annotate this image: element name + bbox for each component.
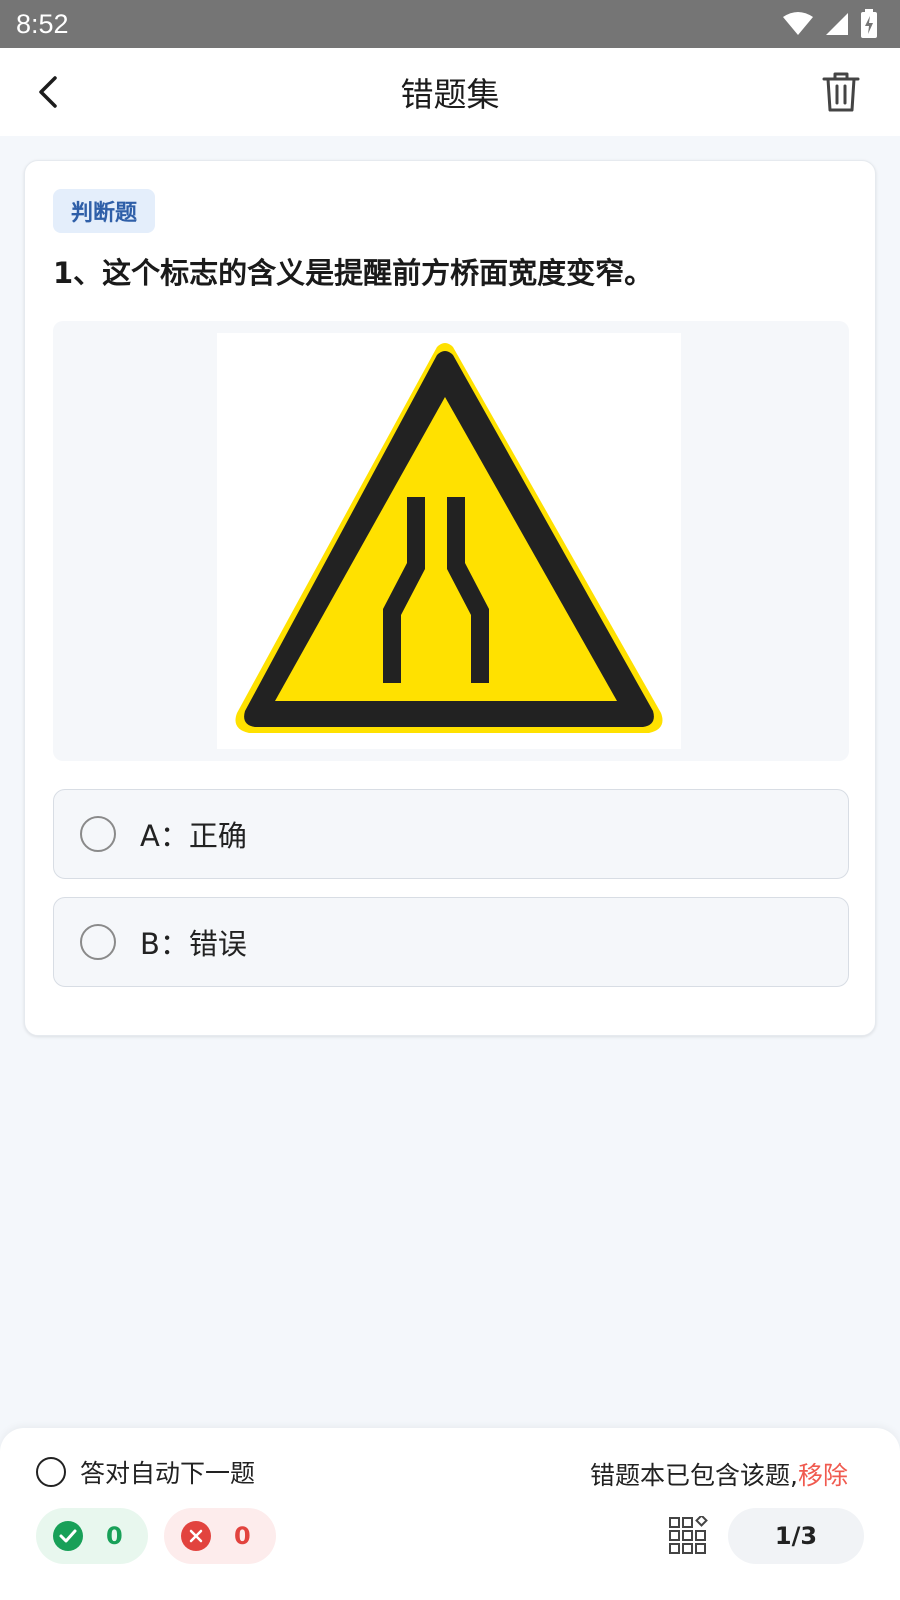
back-button[interactable] [26, 70, 70, 114]
status-icons [782, 9, 878, 39]
status-bar: 8:52 [0, 0, 900, 48]
option-b[interactable]: B：错误 [53, 897, 849, 987]
app-header: 错题集 [0, 48, 900, 136]
sign-image [217, 333, 681, 749]
status-time: 8:52 [16, 8, 69, 39]
option-a[interactable]: A：正确 [53, 789, 849, 879]
road-narrows-sign-icon [235, 343, 663, 733]
question-text: 1、这个标志的含义是提醒前方桥面宽度变窄。 [53, 256, 654, 290]
auto-next-toggle[interactable]: 答对自动下一题 [36, 1454, 255, 1490]
grid-icon [669, 1514, 708, 1554]
signal-icon [826, 13, 848, 35]
page-title: 错题集 [400, 75, 500, 114]
wifi-icon [783, 12, 813, 35]
correct-count-pill: 0 [36, 1508, 148, 1564]
page-indicator[interactable]: 1/3 [728, 1508, 864, 1564]
auto-next-radio[interactable] [36, 1457, 66, 1487]
question-image [53, 321, 849, 761]
contains-notice: 错题本已包含该题,移除 [590, 1456, 848, 1492]
question-card: 判断题 1、这个标志的含义是提醒前方桥面宽度变窄。 A：正确 B：错误 [24, 160, 876, 1036]
contains-text: 错题本已包含该题, [590, 1461, 798, 1490]
battery-charging-icon [861, 9, 877, 38]
option-a-label: A：正确 [140, 819, 247, 853]
trash-icon [822, 72, 860, 112]
x-circle-icon [181, 1521, 211, 1551]
wrong-count-pill: 0 [164, 1508, 276, 1564]
question-type-badge: 判断题 [53, 189, 156, 233]
auto-next-label: 答对自动下一题 [80, 1459, 256, 1488]
bottom-panel: 答对自动下一题 错题本已包含该题,移除 0 0 1/3 [0, 1428, 900, 1600]
remove-link[interactable]: 移除 [798, 1461, 848, 1490]
wrong-count: 0 [234, 1522, 251, 1550]
option-a-radio[interactable] [80, 816, 116, 852]
question-grid-button[interactable] [668, 1514, 708, 1556]
correct-count: 0 [106, 1522, 123, 1550]
check-circle-icon [53, 1521, 83, 1551]
option-b-radio[interactable] [80, 924, 116, 960]
chevron-left-icon [39, 76, 57, 108]
delete-button[interactable] [818, 68, 864, 116]
option-b-label: B：错误 [140, 927, 247, 961]
